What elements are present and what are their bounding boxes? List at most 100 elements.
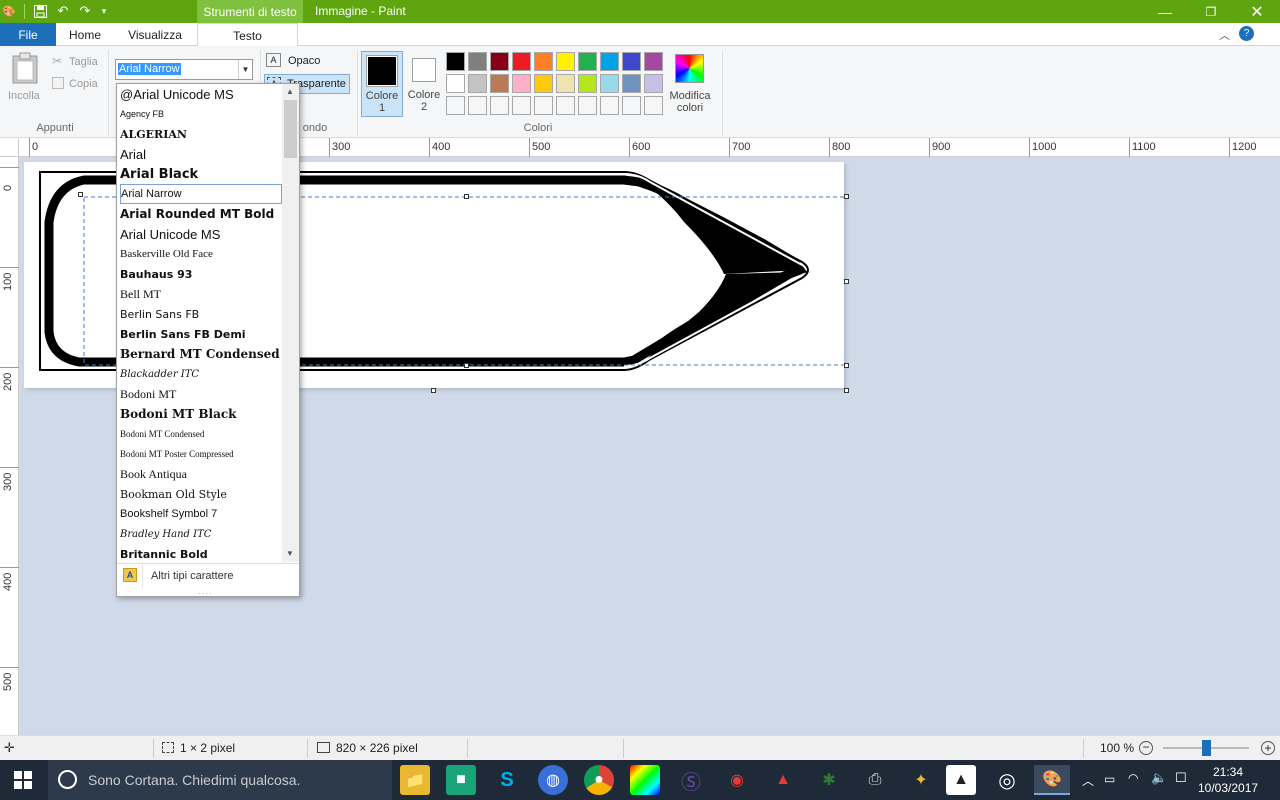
edit-colors-button[interactable]: Modifica colori	[663, 90, 717, 114]
volume-icon[interactable]: 🔈	[1151, 770, 1167, 786]
font-list-item[interactable]: Arial Narrow	[120, 184, 282, 204]
battery-icon[interactable]: ▭	[1104, 772, 1115, 786]
app-icon-map[interactable]: ✱	[814, 765, 844, 795]
photos-icon[interactable]: ▲	[946, 765, 976, 795]
font-list-item[interactable]: @Arial Unicode MS	[120, 84, 282, 104]
zoom-in-button[interactable]: +	[1261, 741, 1275, 755]
palette-swatch[interactable]	[644, 52, 663, 71]
palette-swatch[interactable]	[468, 52, 487, 71]
google-earth-icon[interactable]: ◍	[538, 765, 568, 795]
minimize-button[interactable]: —	[1142, 0, 1188, 23]
app-icon-colors[interactable]	[630, 765, 660, 795]
palette-swatch[interactable]	[446, 52, 465, 71]
tab-home[interactable]: Home	[56, 23, 114, 46]
skype-icon[interactable]: S	[492, 765, 522, 795]
app-icon-sketchup[interactable]: ▲	[768, 765, 798, 795]
palette-swatch[interactable]	[468, 74, 487, 93]
canvas-resize-handle[interactable]	[431, 388, 436, 393]
customize-qa-chevron-down-icon[interactable]: ▾	[96, 3, 112, 19]
clock[interactable]: 21:34 10/03/2017	[1198, 764, 1258, 796]
font-list-item[interactable]: Bodoni MT Poster Compressed	[120, 444, 282, 464]
undo-icon[interactable]: ↶	[55, 3, 71, 19]
windows-start-icon[interactable]	[14, 771, 32, 792]
chrome-icon[interactable]: ●	[584, 765, 614, 795]
font-list-item[interactable]: Bookshelf Symbol 7	[120, 504, 282, 524]
save-icon[interactable]	[32, 3, 48, 19]
paint-app-icon[interactable]: 🎨	[1, 3, 17, 19]
palette-swatch[interactable]	[578, 96, 597, 115]
redo-icon[interactable]: ↷	[77, 3, 93, 19]
palette-swatch[interactable]	[556, 74, 575, 93]
font-list-item[interactable]: Baskerville Old Face	[120, 244, 282, 264]
font-list-item[interactable]: Berlin Sans FB Demi	[120, 324, 282, 344]
edit-colors-rainbow-icon[interactable]	[675, 54, 704, 83]
paint-taskbar-icon[interactable]: 🎨	[1034, 765, 1070, 795]
palette-swatch[interactable]	[578, 52, 597, 71]
scroll-down-icon[interactable]: ▼	[286, 549, 294, 558]
font-list-item[interactable]: Bodoni MT Condensed	[120, 424, 282, 444]
color2-button[interactable]: Colore 2	[404, 51, 444, 117]
font-list-item[interactable]: Bell MT	[120, 284, 282, 304]
cut-button[interactable]: Taglia	[69, 56, 98, 68]
font-list-item[interactable]: Book Antiqua	[120, 464, 282, 484]
app-icon-game[interactable]: ✦	[906, 765, 936, 795]
palette-swatch[interactable]	[578, 74, 597, 93]
font-list-item[interactable]: Arial Rounded MT Bold	[120, 204, 282, 224]
font-list-item[interactable]: Berlin Sans FB	[120, 304, 282, 324]
font-family-value[interactable]: Arial Narrow	[118, 63, 181, 75]
palette-swatch[interactable]	[600, 52, 619, 71]
palette-swatch[interactable]	[534, 74, 553, 93]
font-list-item[interactable]: Blackadder ITC	[120, 364, 282, 384]
zoom-out-button[interactable]: −	[1139, 741, 1153, 755]
more-fonts-item[interactable]: A Altri tipi carattere	[117, 564, 299, 588]
palette-swatch[interactable]	[600, 96, 619, 115]
font-list-scrollbar[interactable]: ▲ ▼	[282, 84, 299, 562]
app-icon-target[interactable]: ◎	[992, 765, 1022, 795]
selection-handle[interactable]	[844, 363, 849, 368]
app-icon-1[interactable]: ■	[446, 765, 476, 795]
tab-view[interactable]: Visualizza	[114, 23, 196, 46]
palette-swatch[interactable]	[512, 52, 531, 71]
palette-swatch[interactable]	[556, 52, 575, 71]
maximize-button[interactable]: ❐	[1188, 0, 1234, 23]
collapse-ribbon-chevron-up-icon[interactable]: ︿	[1219, 27, 1230, 43]
copy-button[interactable]: Copia	[69, 78, 98, 90]
palette-swatch[interactable]	[468, 96, 487, 115]
tray-chevron-up-icon[interactable]: ︿	[1082, 772, 1094, 789]
palette-swatch[interactable]	[490, 74, 509, 93]
notifications-icon[interactable]: ☐	[1175, 770, 1187, 786]
tab-text[interactable]: Testo	[197, 23, 298, 47]
font-list-item[interactable]: Arial	[120, 144, 282, 164]
font-list-item[interactable]: Bookman Old Style	[120, 484, 282, 504]
font-list-item[interactable]: ALGERIAN	[120, 124, 282, 144]
wifi-icon[interactable]: ◠	[1128, 771, 1138, 785]
font-list-item[interactable]: Bodoni MT	[120, 384, 282, 404]
cortana-search-box[interactable]: Sono Cortana. Chiedimi qualcosa.	[48, 760, 392, 800]
palette-swatch[interactable]	[512, 96, 531, 115]
zoom-slider-thumb[interactable]	[1202, 740, 1211, 756]
palette-swatch[interactable]	[622, 96, 641, 115]
scrollbar-thumb[interactable]	[284, 100, 297, 158]
palette-swatch[interactable]	[512, 74, 531, 93]
canvas-resize-handle[interactable]	[844, 388, 849, 393]
font-family-combobox[interactable]: Arial Narrow ▼	[115, 59, 253, 80]
paste-button[interactable]	[10, 52, 42, 92]
font-list-item[interactable]: Bauhaus 93	[120, 264, 282, 284]
palette-swatch[interactable]	[490, 96, 509, 115]
font-list-item[interactable]: Bodoni MT Black	[120, 404, 282, 424]
close-button[interactable]: ✕	[1234, 0, 1280, 23]
help-icon[interactable]: ?	[1239, 26, 1254, 41]
palette-swatch[interactable]	[556, 96, 575, 115]
palette-swatch[interactable]	[490, 52, 509, 71]
font-list-item[interactable]: Bradley Hand ITC	[120, 524, 282, 544]
dropdown-resize-grip[interactable]: ····	[198, 589, 213, 598]
selection-handle[interactable]	[844, 279, 849, 284]
selection-handle[interactable]	[78, 192, 83, 197]
file-explorer-icon[interactable]: 📁	[400, 765, 430, 795]
selection-handle[interactable]	[464, 194, 469, 199]
app-icon-s[interactable]: Ⓢ	[676, 765, 706, 795]
palette-swatch[interactable]	[622, 52, 641, 71]
font-list-item[interactable]: Agency FB	[120, 104, 282, 124]
palette-swatch[interactable]	[446, 96, 465, 115]
app-icon-printer[interactable]: ⎙	[860, 765, 890, 795]
